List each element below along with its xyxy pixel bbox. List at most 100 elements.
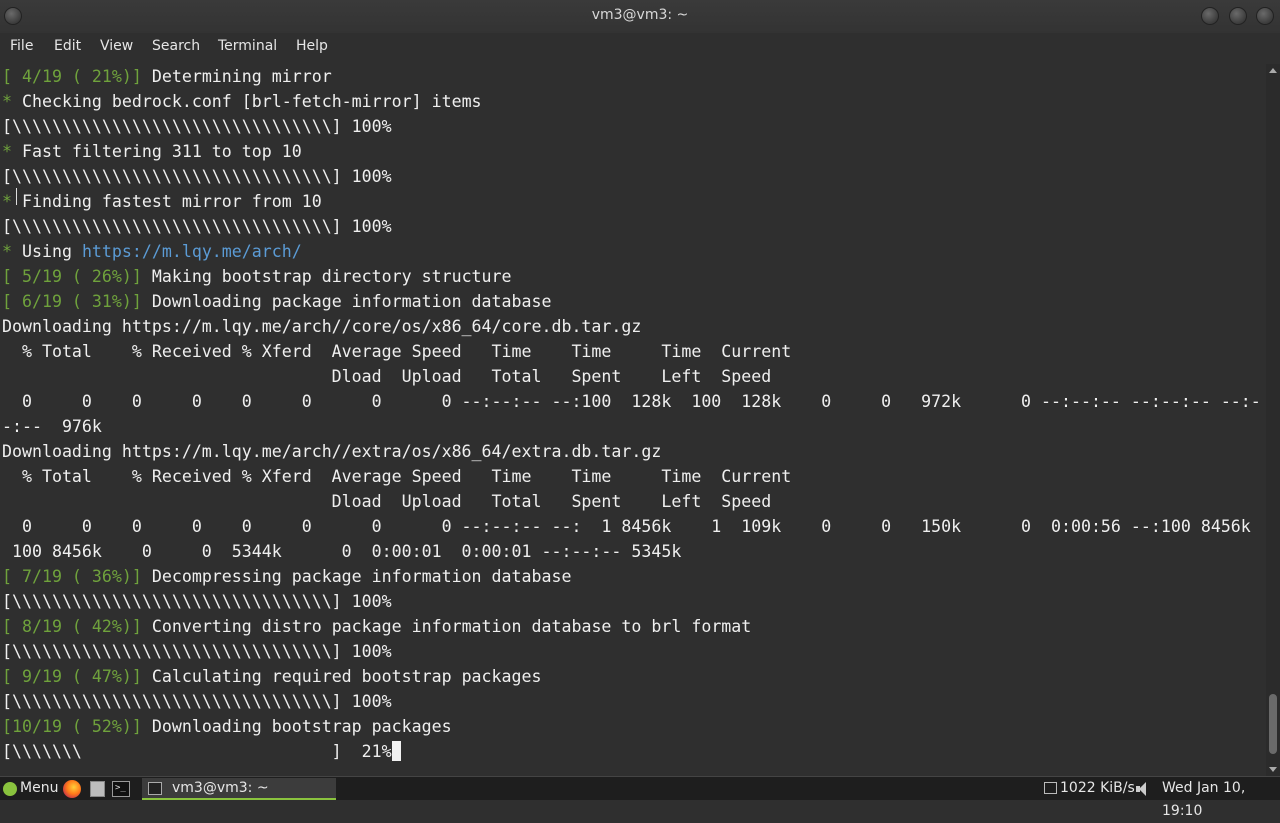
scroll-up-icon[interactable] [1269,68,1277,73]
scroll-thumb[interactable] [1269,694,1277,754]
terminal-line: -:-- 976k [2,414,102,439]
step-prefix: * [2,142,12,161]
mirror-link[interactable]: https://m.lqy.me/arch/ [82,242,302,261]
line-text: Dload Upload Total Spent Left Speed [2,492,772,511]
menu-edit[interactable]: Edit [54,38,81,54]
firefox-icon[interactable] [63,780,81,798]
line-text: Downloading bootstrap packages [141,717,452,736]
line-text: Decompressing package information databa… [141,567,572,586]
terminal-line: [\\\\\\\\\\\\\\\\\\\\\\\\\\\\\\\\] 100% [2,589,392,614]
terminal-line: 0 0 0 0 0 0 0 0 --:--:-- --: 1 8456k 1 1… [2,514,1251,539]
step-prefix: [ 7/19 ( 36%)] [2,567,142,586]
line-text: 0 0 0 0 0 0 0 0 --:--:-- --:100 128k 100… [2,392,1261,411]
line-text: Dload Upload Total Spent Left Speed [2,367,772,386]
line-text: Converting distro package information da… [141,617,752,636]
menu-terminal[interactable]: Terminal [218,38,277,54]
line-text: Determining mirror [141,67,332,86]
terminal-line: % Total % Received % Xferd Average Speed… [2,464,791,489]
terminal-line: Downloading https://m.lqy.me/arch//extra… [2,439,661,464]
line-text: % Total % Received % Xferd Average Speed… [2,467,792,486]
step-prefix: [ 9/19 ( 47%)] [2,667,142,686]
minimize-button[interactable] [1201,7,1219,25]
terminal-line: 0 0 0 0 0 0 0 0 --:--:-- --:100 128k 100… [2,389,1261,414]
terminal-line: * Fast filtering 311 to top 10 [2,139,302,164]
window-menu-icon[interactable] [4,7,22,25]
terminal-line: [\\\\\\\\\\\\\\\\\\\\\\\\\\\\\\\\] 100% [2,639,392,664]
line-text: [\\\\\\\\\\\\\\\\\\\\\\\\\\\\\\\\] 100% [2,592,392,611]
terminal-window-icon [148,782,162,795]
terminal-cursor [391,741,401,761]
line-text: Calculating required bootstrap packages [141,667,542,686]
step-prefix: [ 6/19 ( 31%)] [2,292,142,311]
line-text: Checking bedrock.conf [brl-fetch-mirror]… [12,92,482,111]
text-cursor-ibeam [16,188,22,205]
scroll-down-icon[interactable] [1269,767,1277,772]
line-text: Downloading https://m.lqy.me/arch//extra… [2,442,662,461]
line-text: -:-- 976k [2,417,102,436]
step-prefix: [ 4/19 ( 21%)] [2,67,142,86]
terminal-line: [\\\\\\\\\\\\\\\\\\\\\\\\\\\\\\\\] 100% [2,164,392,189]
line-text: [\\\\\\\\\\\\\\\\\\\\\\\\\\\\\\\\] 100% [2,217,392,236]
clock[interactable]: Wed Jan 10, 19:10 [1162,777,1280,819]
taskbar: Menu >_ vm3@vm3: ~ 1022 KiB/s Wed Jan 10… [0,776,1280,819]
menu-bar: File Edit View Search Terminal Help [0,33,1280,61]
line-text: Making bootstrap directory structure [141,267,512,286]
line-text: [\\\\\\\\\\\\\\\\\\\\\\\\\\\\\\\\] 100% [2,167,392,186]
terminal-line: [ 5/19 ( 26%)] Making bootstrap director… [2,264,512,289]
start-menu-button[interactable]: Menu [20,777,58,801]
network-icon[interactable] [1044,782,1057,794]
window-title: vm3@vm3: ~ [591,7,689,23]
step-prefix: [ 8/19 ( 42%)] [2,617,142,636]
maximize-button[interactable] [1229,7,1247,25]
terminal-line: [ 7/19 ( 36%)] Decompressing package inf… [2,564,571,589]
terminal-line: [\\\\\\\\\\\\\\\\\\\\\\\\\\\\\\\\] 100% [2,114,392,139]
terminal-line: Downloading https://m.lqy.me/arch//core/… [2,314,641,339]
step-prefix: * [2,92,12,111]
line-text: Downloading https://m.lqy.me/arch//core/… [2,317,642,336]
terminal-line: [ 6/19 ( 31%)] Downloading package infor… [2,289,551,314]
line-text: [\\\\\\\\\\\\\\\\\\\\\\\\\\\\\\\\] 100% [2,692,392,711]
line-text: Finding fastest mirror from 10 [12,192,322,211]
menu-view[interactable]: View [100,38,133,54]
terminal-window: vm3@vm3: ~ File Edit View Search Termina… [0,0,1280,776]
terminal-line: [\\\\\\\\\\\\\\\\\\\\\\\\\\\\\\\\] 100% [2,689,392,714]
terminal-line: [ 9/19 ( 47%)] Calculating required boot… [2,664,542,689]
terminal-line: [\\\\\\\\\\\\\\\\\\\\\\\\\\\\\\\\] 100% [2,214,392,239]
terminal-line: * Using https://m.lqy.me/arch/ [2,239,302,264]
title-bar[interactable]: vm3@vm3: ~ [0,0,1280,33]
terminal-launcher-icon[interactable]: >_ [112,781,130,797]
menu-file[interactable]: File [10,38,33,54]
terminal-line: Dload Upload Total Spent Left Speed [2,364,772,389]
line-text: 100 8456k 0 0 5344k 0 0:00:01 0:00:01 --… [2,542,682,561]
menu-help[interactable]: Help [296,38,328,54]
line-text: 0 0 0 0 0 0 0 0 --:--:-- --: 1 8456k 1 1… [2,517,1251,536]
terminal-output[interactable]: [ 4/19 ( 21%)] Determining mirror * Check… [0,64,1266,776]
terminal-line: [ 4/19 ( 21%)] Determining mirror [2,64,332,89]
line-text: [\\\\\\\\\\\\\\\\\\\\\\\\\\\\\\\\] 100% [2,642,392,661]
vertical-scrollbar[interactable] [1266,64,1280,776]
step-prefix: * [2,192,12,211]
terminal-line: [\\\\\\\ ] 21% [2,739,401,764]
volume-icon[interactable] [1136,781,1150,797]
line-text: Downloading package information database [141,292,552,311]
menu-search[interactable]: Search [152,38,200,54]
step-prefix: [ 5/19 ( 26%)] [2,267,142,286]
line-text: Using [12,242,82,261]
line-text: % Total % Received % Xferd Average Speed… [2,342,792,361]
mint-logo-icon[interactable] [3,782,17,796]
close-button[interactable] [1256,7,1274,25]
network-speed: 1022 KiB/s [1060,780,1135,796]
terminal-line: [10/19 ( 52%)] Downloading bootstrap pac… [2,714,452,739]
terminal-line: * Checking bedrock.conf [brl-fetch-mirro… [2,89,482,114]
taskbar-window-label: vm3@vm3: ~ [172,780,269,796]
line-text: Fast filtering 311 to top 10 [12,142,302,161]
file-manager-icon[interactable] [90,781,105,797]
terminal-line: % Total % Received % Xferd Average Speed… [2,339,791,364]
terminal-line: [ 8/19 ( 42%)] Converting distro package… [2,614,751,639]
line-text: [\\\\\\\\\\\\\\\\\\\\\\\\\\\\\\\\] 100% [2,117,392,136]
taskbar-window-button[interactable]: vm3@vm3: ~ [142,778,336,800]
step-prefix: [10/19 ( 52%)] [2,717,142,736]
terminal-line: 100 8456k 0 0 5344k 0 0:00:01 0:00:01 --… [2,539,681,564]
terminal-line: Dload Upload Total Spent Left Speed [2,489,772,514]
terminal-line: * Finding fastest mirror from 10 [2,189,322,214]
